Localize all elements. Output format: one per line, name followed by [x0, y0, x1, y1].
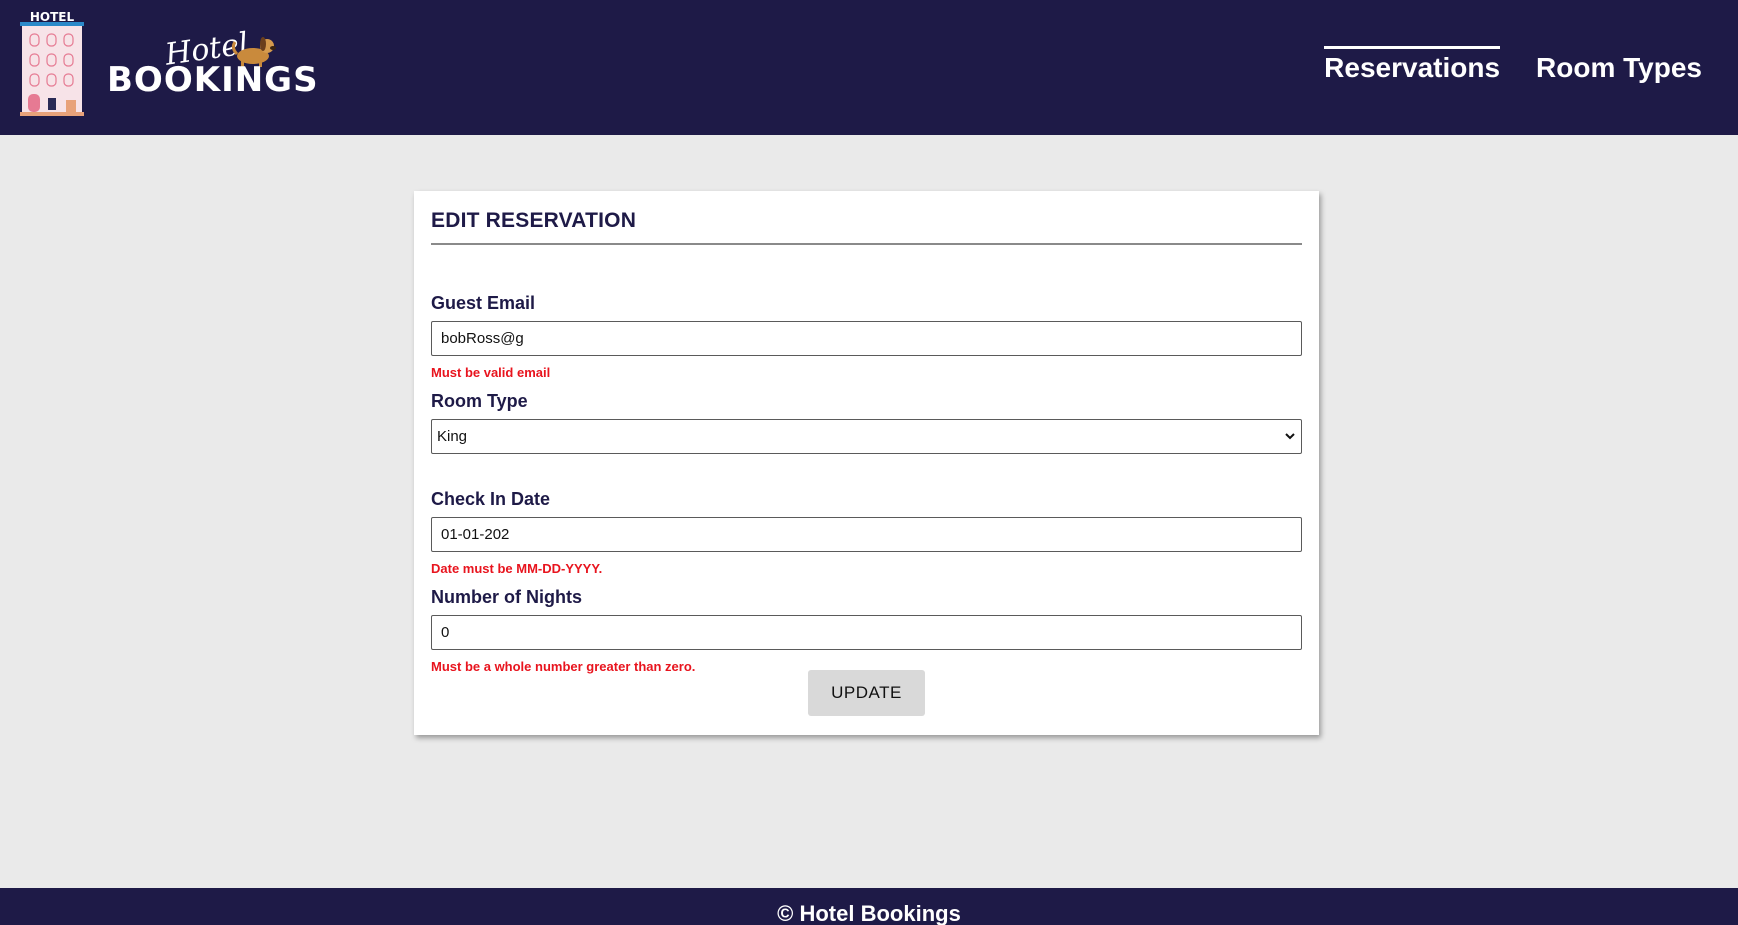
hotel-bookings-logo[interactable]: Hotel BOOKINGS — [105, 26, 318, 100]
guest-email-error: Must be valid email — [431, 365, 551, 380]
room-type-select[interactable]: King — [431, 419, 1302, 454]
guest-email-input[interactable] — [431, 321, 1302, 356]
room-type-select-wrap: King — [431, 419, 1302, 454]
number-of-nights-group: Number of Nights Must be a whole number … — [431, 587, 1302, 675]
logo-building-label: HOTEL — [30, 10, 75, 24]
number-of-nights-input[interactable] — [431, 615, 1302, 650]
number-of-nights-label: Number of Nights — [431, 587, 582, 607]
guest-email-group: Guest Email Must be valid email — [431, 293, 1302, 381]
site-header: HOTEL Hotel BOOKINGS Reservations Room T… — [0, 0, 1738, 135]
check-in-date-label: Check In Date — [431, 489, 551, 509]
room-type-group: Room Type King — [431, 391, 1302, 454]
main-nav: Reservations Room Types — [1324, 46, 1702, 84]
page-title: EDIT RESERVATION — [431, 209, 1302, 245]
edit-reservation-card: EDIT RESERVATION Guest Email Must be val… — [414, 191, 1319, 735]
check-in-date-group: Check In Date Date must be MM-DD-YYYY. — [431, 489, 1302, 577]
guest-email-label: Guest Email — [431, 293, 536, 313]
check-in-date-input[interactable] — [431, 517, 1302, 552]
update-button[interactable]: UPDATE — [808, 670, 925, 716]
nav-reservations[interactable]: Reservations — [1324, 46, 1501, 84]
site-footer: © Hotel Bookings — [0, 888, 1738, 925]
logo-bookings-word: BOOKINGS — [107, 60, 319, 100]
check-in-date-error: Date must be MM-DD-YYYY. — [431, 561, 603, 576]
room-type-label: Room Type — [431, 391, 528, 411]
hotel-building-logo[interactable]: HOTEL — [20, 10, 84, 116]
nav-room-types[interactable]: Room Types — [1536, 46, 1702, 84]
footer-copyright: © Hotel Bookings — [777, 901, 961, 925]
